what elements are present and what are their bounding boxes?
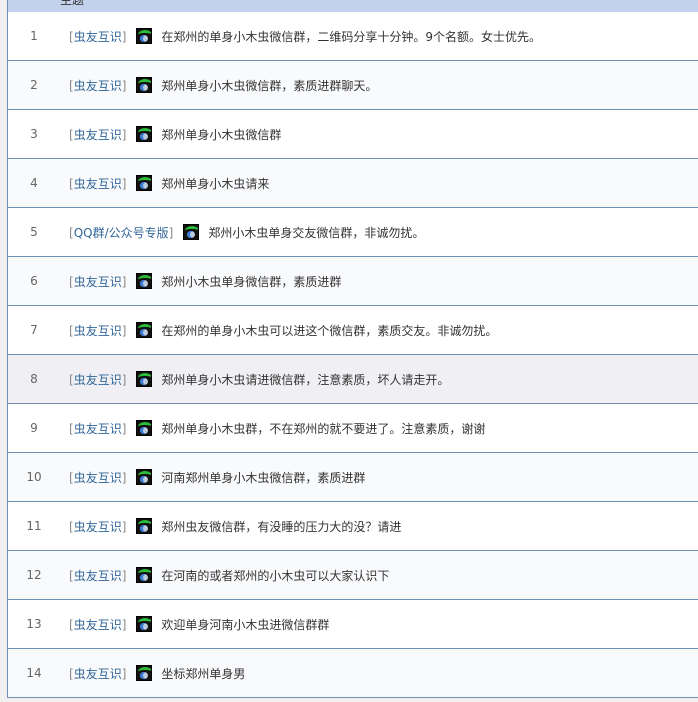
table-row: 1 [虫友互识] 在郑州的单身小木虫微信群，二维码分享十分钟。9个名额。女士优先… [8, 12, 698, 61]
category-link[interactable]: QQ群/公众号专版 [74, 226, 169, 240]
topic-title-link[interactable]: 在郑州的单身小木虫微信群，二维码分享十分钟。9个名额。女士优先。 [161, 28, 541, 45]
eye-icon [136, 665, 153, 681]
row-number: 13 [26, 617, 42, 631]
topic-title-link[interactable]: 郑州小木虫单身微信群，素质进群 [161, 273, 341, 290]
category-tag: [虫友互识] [69, 29, 127, 44]
table-row: 6 [虫友互识] 郑州小木虫单身微信群，素质进群 [8, 257, 698, 306]
row-number: 10 [26, 470, 42, 484]
category-tag: [虫友互识] [69, 323, 127, 338]
table-row: 11 [虫友互识] 郑州虫友微信群，有没睡的压力大的没？请进 [8, 502, 698, 551]
topic-title-link[interactable]: 在郑州的单身小木虫可以进这个微信群，素质交友。非诚勿扰。 [161, 322, 497, 339]
table-row: 7 [虫友互识] 在郑州的单身小木虫可以进这个微信群，素质交友。非诚勿扰。 [8, 306, 698, 355]
category-link[interactable]: 虫友互识 [74, 667, 122, 681]
row-number: 3 [30, 127, 38, 141]
eye-icon [136, 28, 153, 44]
category-tag: [虫友互识] [69, 666, 127, 681]
category-link[interactable]: 虫友互识 [74, 128, 122, 142]
row-number: 9 [30, 421, 38, 435]
eye-icon [136, 273, 153, 289]
eye-icon [136, 616, 153, 632]
row-number: 1 [30, 29, 38, 43]
eye-icon [136, 420, 153, 436]
row-number: 7 [30, 323, 38, 337]
topic-title-link[interactable]: 在河南的或者郑州的小木虫可以大家认识下 [161, 567, 389, 584]
table-row: 2 [虫友互识] 郑州单身小木虫微信群，素质进群聊天。 [8, 61, 698, 110]
eye-icon [136, 469, 153, 485]
eye-icon [136, 518, 153, 534]
table-header: 主题 [8, 0, 698, 12]
category-tag: [虫友互识] [69, 617, 127, 632]
topic-title-link[interactable]: 坐标郑州单身男 [161, 665, 245, 682]
topic-title-link[interactable]: 河南郑州单身小木虫微信群，素质进群 [161, 469, 365, 486]
category-tag: [虫友互识] [69, 519, 127, 534]
category-tag: [QQ群/公众号专版] [69, 225, 174, 240]
category-link[interactable]: 虫友互识 [74, 79, 122, 93]
category-link[interactable]: 虫友互识 [74, 422, 122, 436]
table-row: 13 [虫友互识] 欢迎单身河南小木虫进微信群群 [8, 600, 698, 649]
table-row: 8 [虫友互识] 郑州单身小木虫请进微信群，注意素质，坏人请走开。 [8, 355, 698, 404]
eye-icon [136, 371, 153, 387]
category-link[interactable]: 虫友互识 [74, 177, 122, 191]
category-link[interactable]: 虫友互识 [74, 373, 122, 387]
table-row: 5 [QQ群/公众号专版] 郑州小木虫单身交友微信群，非诚勿扰。 [8, 208, 698, 257]
category-tag: [虫友互识] [69, 127, 127, 142]
row-number: 12 [26, 568, 42, 582]
table-row: 3 [虫友互识] 郑州单身小木虫微信群 [8, 110, 698, 159]
row-number: 4 [30, 176, 38, 190]
row-number: 14 [26, 666, 42, 680]
table-row: 4 [虫友互识] 郑州单身小木虫请来 [8, 159, 698, 208]
table-row: 14 [虫友互识] 坐标郑州单身男 [8, 649, 698, 698]
eye-icon [183, 224, 200, 240]
category-link[interactable]: 虫友互识 [74, 569, 122, 583]
category-tag: [虫友互识] [69, 274, 127, 289]
eye-icon [136, 567, 153, 583]
topic-title-link[interactable]: 郑州小木虫单身交友微信群，非诚勿扰。 [208, 224, 424, 241]
row-number: 8 [30, 372, 38, 386]
topic-title-link[interactable]: 郑州单身小木虫请来 [161, 175, 269, 192]
table-row: 10 [虫友互识] 河南郑州单身小木虫微信群，素质进群 [8, 453, 698, 502]
category-link[interactable]: 虫友互识 [74, 30, 122, 44]
topic-title-link[interactable]: 郑州单身小木虫微信群 [161, 126, 281, 143]
topic-title-link[interactable]: 郑州单身小木虫群，不在郑州的就不要进了。注意素质，谢谢 [161, 420, 485, 437]
category-link[interactable]: 虫友互识 [74, 275, 122, 289]
category-tag: [虫友互识] [69, 176, 127, 191]
topic-title-link[interactable]: 郑州单身小木虫微信群，素质进群聊天。 [161, 77, 377, 94]
eye-icon [136, 77, 153, 93]
eye-icon [136, 126, 153, 142]
row-number: 5 [30, 225, 38, 239]
category-tag: [虫友互识] [69, 78, 127, 93]
category-tag: [虫友互识] [69, 421, 127, 436]
topic-table: 主题 1 [虫友互识] 在郑州的单身小木虫微信群，二维码分享十分钟。9个名额。女… [7, 0, 698, 698]
eye-icon [136, 322, 153, 338]
category-link[interactable]: 虫友互识 [74, 618, 122, 632]
eye-icon [136, 175, 153, 191]
row-number: 6 [30, 274, 38, 288]
topic-title-link[interactable]: 郑州虫友微信群，有没睡的压力大的没？请进 [161, 518, 401, 535]
category-link[interactable]: 虫友互识 [74, 471, 122, 485]
row-number: 2 [30, 78, 38, 92]
topic-title-link[interactable]: 郑州单身小木虫请进微信群，注意素质，坏人请走开。 [161, 371, 449, 388]
row-number: 11 [26, 519, 42, 533]
category-tag: [虫友互识] [69, 470, 127, 485]
category-tag: [虫友互识] [69, 568, 127, 583]
category-link[interactable]: 虫友互识 [74, 520, 122, 534]
category-link[interactable]: 虫友互识 [74, 324, 122, 338]
topic-title-link[interactable]: 欢迎单身河南小木虫进微信群群 [161, 616, 329, 633]
table-row: 9 [虫友互识] 郑州单身小木虫群，不在郑州的就不要进了。注意素质，谢谢 [8, 404, 698, 453]
table-row: 12 [虫友互识] 在河南的或者郑州的小木虫可以大家认识下 [8, 551, 698, 600]
header-title-col: 主题 [60, 0, 85, 7]
category-tag: [虫友互识] [69, 372, 127, 387]
